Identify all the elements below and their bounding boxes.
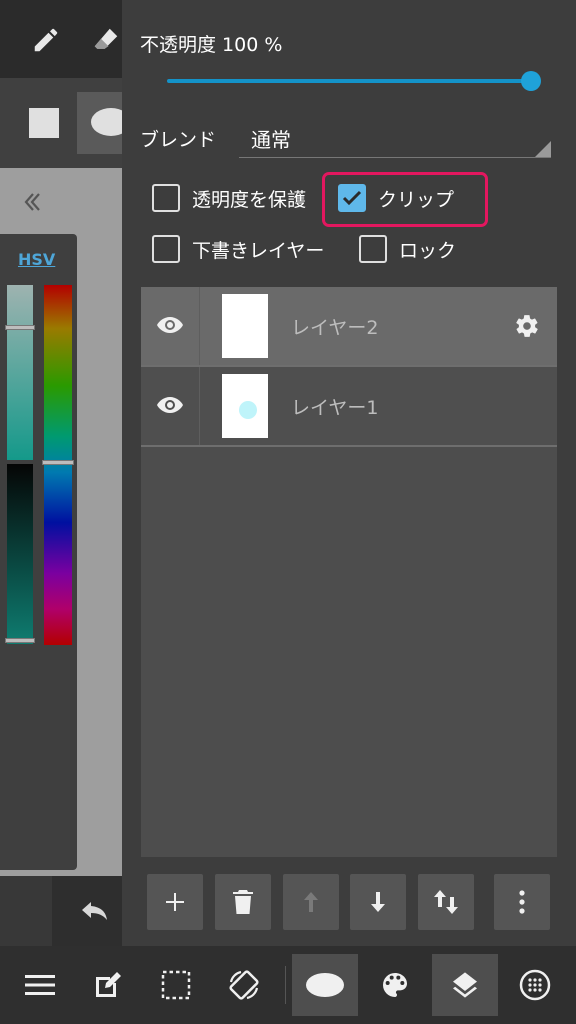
move-layer-down-button[interactable] [350, 874, 406, 930]
eye-icon[interactable] [155, 312, 185, 338]
layer-thumbnail [222, 374, 268, 438]
blend-mode-select[interactable]: 通常 [239, 118, 551, 158]
more-vertical-icon [519, 890, 525, 914]
undo-icon [80, 900, 110, 926]
layer-row-2[interactable]: レイヤー2 [141, 287, 557, 365]
pencil-icon[interactable] [28, 22, 64, 58]
dropdown-corner-icon [535, 141, 551, 157]
material-icon [519, 969, 551, 1001]
rotate-icon [229, 970, 259, 1000]
rectangle-icon[interactable] [29, 108, 59, 138]
chevron-left-icon[interactable] [16, 186, 48, 218]
opacity-slider-track[interactable] [167, 79, 531, 83]
checkbox-box [152, 184, 180, 212]
ellipse-brush-icon [306, 973, 344, 997]
draft-layer-label: 下書きレイヤー [192, 239, 325, 262]
hue-slider-handle[interactable] [42, 460, 74, 465]
plus-icon [166, 893, 184, 911]
selection-button[interactable] [143, 954, 209, 1016]
lock-label: ロック [399, 239, 457, 262]
toolbar-separator [285, 966, 286, 1004]
gear-icon[interactable] [513, 312, 541, 340]
opacity-slider-thumb[interactable] [521, 71, 541, 91]
row-separator [199, 367, 200, 445]
arrow-down-icon [371, 892, 385, 912]
layer-thumbnail [222, 294, 268, 358]
row-divider [141, 445, 557, 447]
ellipse-tool-slot[interactable] [77, 92, 131, 154]
lock-checkbox[interactable]: ロック [359, 235, 456, 263]
row-separator [199, 287, 200, 365]
undo-button[interactable] [52, 876, 122, 946]
protect-alpha-label: 透明度を保護 [192, 188, 307, 211]
eye-icon[interactable] [155, 392, 185, 418]
check-icon [342, 190, 362, 206]
layers-icon [453, 972, 477, 998]
blend-mode-value: 通常 [251, 128, 291, 152]
edit-icon [96, 972, 121, 997]
value-slider-handle[interactable] [5, 638, 35, 643]
more-options-button[interactable] [494, 874, 550, 930]
material-button[interactable] [502, 954, 568, 1016]
layer-name: レイヤー1 [291, 397, 379, 419]
protect-alpha-checkbox[interactable]: 透明度を保護 [152, 184, 306, 212]
checkbox-box-checked [338, 184, 366, 212]
thumbnail-dot [239, 401, 257, 419]
value-bar[interactable] [7, 464, 33, 644]
swap-layers-button[interactable] [418, 874, 474, 930]
eraser-icon[interactable] [88, 22, 124, 58]
add-layer-button[interactable] [147, 874, 203, 930]
delete-layer-button[interactable] [215, 874, 271, 930]
checkbox-box [152, 235, 180, 263]
layer-name: レイヤー2 [291, 317, 379, 339]
arrow-up-icon [304, 892, 318, 912]
layer-list: レイヤー2 レイヤー1 [141, 287, 557, 857]
draft-layer-checkbox[interactable]: 下書きレイヤー [152, 235, 324, 263]
menu-button[interactable] [7, 954, 73, 1016]
palette-button[interactable] [362, 954, 428, 1016]
opacity-label: 不透明度 100 % [140, 34, 283, 56]
layer-row-1[interactable]: レイヤー1 [141, 367, 557, 445]
saturation-bar[interactable] [7, 285, 33, 460]
edit-button[interactable] [75, 954, 141, 1016]
palette-icon [383, 973, 407, 997]
move-layer-up-button[interactable] [283, 874, 339, 930]
clip-label: クリップ [378, 188, 455, 211]
rotate-button[interactable] [211, 954, 277, 1016]
selection-icon [161, 970, 191, 1000]
hue-bar[interactable] [44, 285, 72, 645]
brush-shape-button[interactable] [292, 954, 358, 1016]
hsv-mode-link[interactable]: HSV [18, 250, 55, 269]
swap-vertical-icon [434, 890, 458, 914]
checkbox-box [359, 235, 387, 263]
trash-icon [233, 890, 253, 914]
layers-button[interactable] [432, 954, 498, 1016]
blend-label: ブレンド [140, 129, 217, 151]
saturation-slider-handle[interactable] [5, 325, 35, 330]
clip-checkbox[interactable]: クリップ [338, 184, 454, 212]
menu-icon [25, 975, 55, 995]
